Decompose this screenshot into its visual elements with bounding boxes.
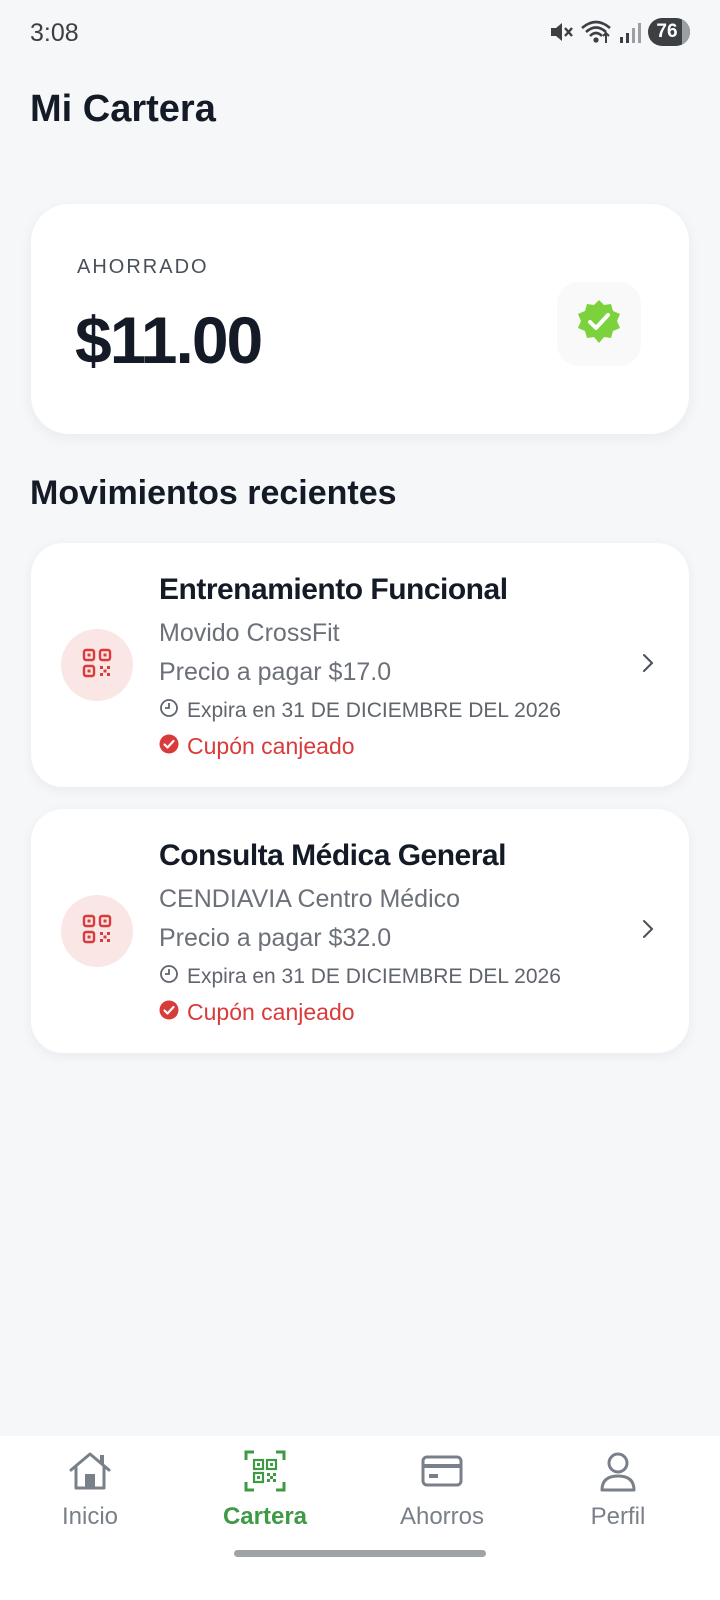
chevron-right-icon[interactable] — [641, 917, 655, 946]
clock-icon — [159, 964, 179, 990]
home-icon — [67, 1450, 113, 1497]
bottom-nav: Inicio Cartera Ahorros Perfil — [0, 1436, 720, 1600]
check-circle-icon — [159, 999, 179, 1026]
movement-status: Cupón canjeado — [159, 733, 355, 760]
savings-label: AHORRADO — [77, 256, 209, 278]
battery-level: 76 — [656, 21, 678, 42]
verified-badge — [557, 282, 641, 366]
movement-status: Cupón canjeado — [159, 999, 355, 1026]
savings-amount: $11.00 — [75, 303, 263, 377]
savings-card: AHORRADO $11.00 — [31, 204, 689, 434]
qr-code-icon — [82, 914, 112, 949]
qr-code-icon — [82, 648, 112, 683]
nav-item-perfil[interactable]: Perfil — [528, 1450, 708, 1531]
page-title: Mi Cartera — [30, 88, 216, 130]
movement-expiry-text: Expira en 31 DE DICIEMBRE DEL 2026 — [187, 965, 561, 988]
nav-label-perfil: Perfil — [590, 1503, 646, 1530]
status-bar: 3:08 76 — [0, 0, 720, 66]
movement-title: Consulta Médica General — [159, 839, 506, 872]
movement-expiry-text: Expira en 31 DE DICIEMBRE DEL 2026 — [187, 699, 561, 722]
status-time: 3:08 — [30, 19, 79, 47]
nav-label-ahorros: Ahorros — [399, 1503, 485, 1530]
battery-indicator: 76 — [648, 18, 690, 46]
qr-icon-badge — [61, 629, 133, 701]
nav-label-inicio: Inicio — [61, 1503, 119, 1530]
nav-item-inicio[interactable]: Inicio — [0, 1450, 180, 1531]
clock-icon — [159, 698, 179, 724]
qr-wallet-icon — [244, 1450, 286, 1497]
movement-status-text: Cupón canjeado — [187, 999, 355, 1025]
user-icon — [598, 1450, 638, 1497]
nav-item-ahorros[interactable]: Ahorros — [352, 1450, 532, 1531]
movement-provider: Movido CrossFit — [159, 619, 340, 647]
check-circle-icon — [159, 733, 179, 760]
movement-price: Precio a pagar $32.0 — [159, 924, 392, 952]
verified-check-icon — [575, 298, 623, 351]
status-icons: 76 — [548, 18, 690, 46]
nav-label-cartera: Cartera — [222, 1503, 308, 1530]
mute-icon — [548, 19, 574, 45]
wifi-icon — [580, 19, 612, 45]
signal-icon — [618, 20, 642, 44]
nav-item-cartera[interactable]: Cartera — [175, 1450, 355, 1531]
qr-icon-badge — [61, 895, 133, 967]
card-icon — [420, 1450, 464, 1497]
movement-expiry: Expira en 31 DE DICIEMBRE DEL 2026 — [159, 698, 561, 724]
movement-expiry: Expira en 31 DE DICIEMBRE DEL 2026 — [159, 964, 561, 990]
movement-price: Precio a pagar $17.0 — [159, 658, 392, 686]
movement-card[interactable]: Consulta Médica General CENDIAVIA Centro… — [31, 809, 689, 1053]
home-indicator[interactable] — [234, 1550, 486, 1557]
movement-provider: CENDIAVIA Centro Médico — [159, 885, 461, 913]
movement-title: Entrenamiento Funcional — [159, 573, 508, 606]
chevron-right-icon[interactable] — [641, 651, 655, 680]
section-title: Movimientos recientes — [30, 474, 397, 512]
movement-status-text: Cupón canjeado — [187, 733, 355, 759]
movement-card[interactable]: Entrenamiento Funcional Movido CrossFit … — [31, 543, 689, 787]
